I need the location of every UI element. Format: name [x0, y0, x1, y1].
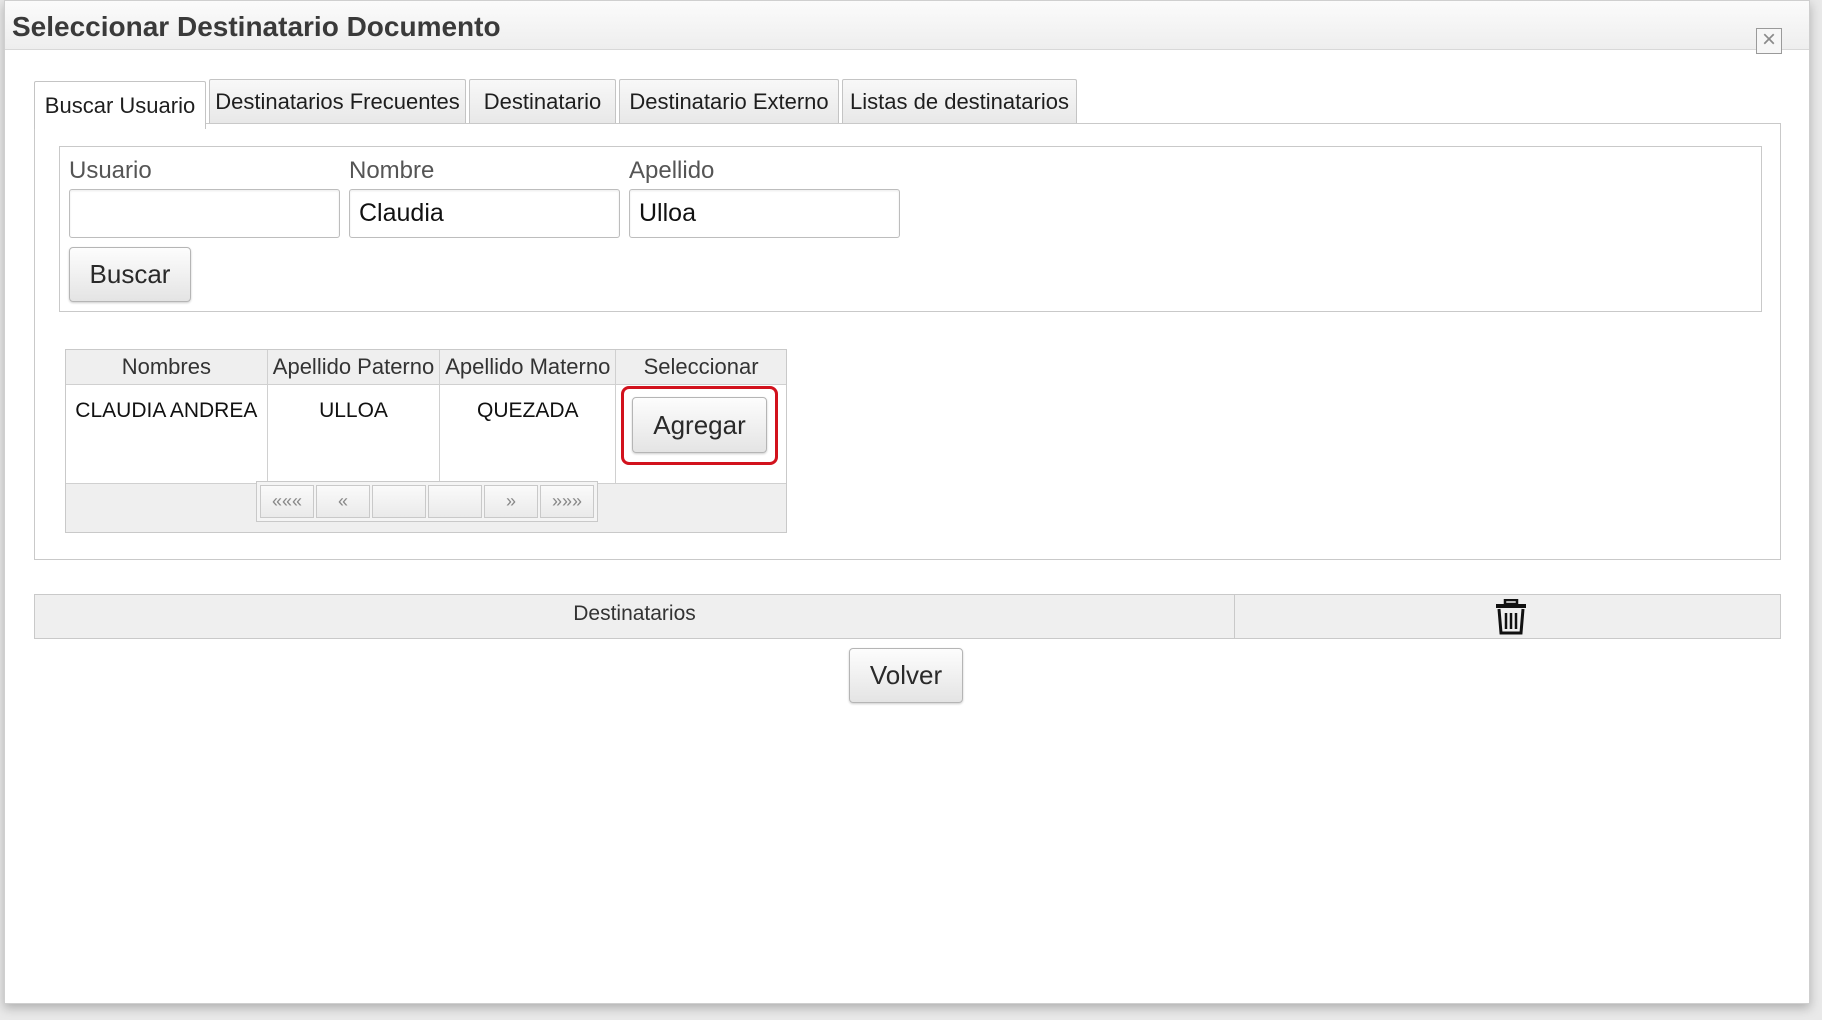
usuario-input[interactable] [69, 189, 340, 238]
last-page-icon[interactable]: »»» [540, 485, 594, 518]
cell-nombres: CLAUDIA ANDREA [66, 384, 268, 484]
agregar-button[interactable]: Agregar [632, 397, 767, 453]
nombre-label: Nombre [349, 157, 435, 184]
tab-listas-destinatarios[interactable]: Listas de destinatarios [842, 79, 1077, 123]
buscar-usuario-panel: Usuario Nombre Apellido Buscar Nombres A… [34, 123, 1781, 560]
dialog-title: Seleccionar Destinatario Documento [12, 11, 501, 42]
pagination: ««« « » »»» [256, 481, 598, 522]
dialog: Seleccionar Destinatario Documento × Bus… [4, 0, 1810, 1004]
apellido-label: Apellido [629, 157, 715, 184]
next-page-icon[interactable]: » [484, 485, 538, 518]
buscar-button[interactable]: Buscar [69, 247, 191, 302]
destinatarios-label: Destinatarios [35, 595, 1235, 638]
nombre-input[interactable] [349, 189, 620, 238]
dialog-titlebar: Seleccionar Destinatario Documento × [5, 1, 1809, 54]
column-header-apellido-materno: Apellido Materno [439, 350, 617, 385]
column-header-seleccionar: Seleccionar [615, 350, 786, 385]
prev-page-icon[interactable]: « [316, 485, 370, 518]
apellido-input[interactable] [629, 189, 900, 238]
tab-destinatario-externo[interactable]: Destinatario Externo [619, 79, 839, 123]
cell-apellido-paterno: ULLOA [267, 384, 441, 484]
volver-button[interactable]: Volver [849, 648, 963, 703]
first-page-icon[interactable]: ««« [260, 485, 314, 518]
tab-destinatarios-frecuentes[interactable]: Destinatarios Frecuentes [209, 79, 466, 123]
column-header-apellido-paterno: Apellido Paterno [267, 350, 441, 385]
cell-apellido-materno: QUEZADA [439, 384, 617, 484]
page-slot [428, 485, 482, 518]
tab-destinatario[interactable]: Destinatario [469, 79, 616, 123]
search-form: Usuario Nombre Apellido Buscar [59, 146, 1762, 312]
results-grid: Nombres Apellido Paterno Apellido Matern… [65, 349, 787, 533]
page-slot [372, 485, 426, 518]
trash-icon[interactable] [1494, 599, 1528, 635]
close-icon[interactable]: × [1756, 28, 1782, 54]
usuario-label: Usuario [69, 157, 152, 184]
column-header-nombres: Nombres [66, 350, 268, 385]
destinatarios-header: Destinatarios [34, 594, 1781, 639]
tab-buscar-usuario[interactable]: Buscar Usuario [34, 81, 206, 129]
